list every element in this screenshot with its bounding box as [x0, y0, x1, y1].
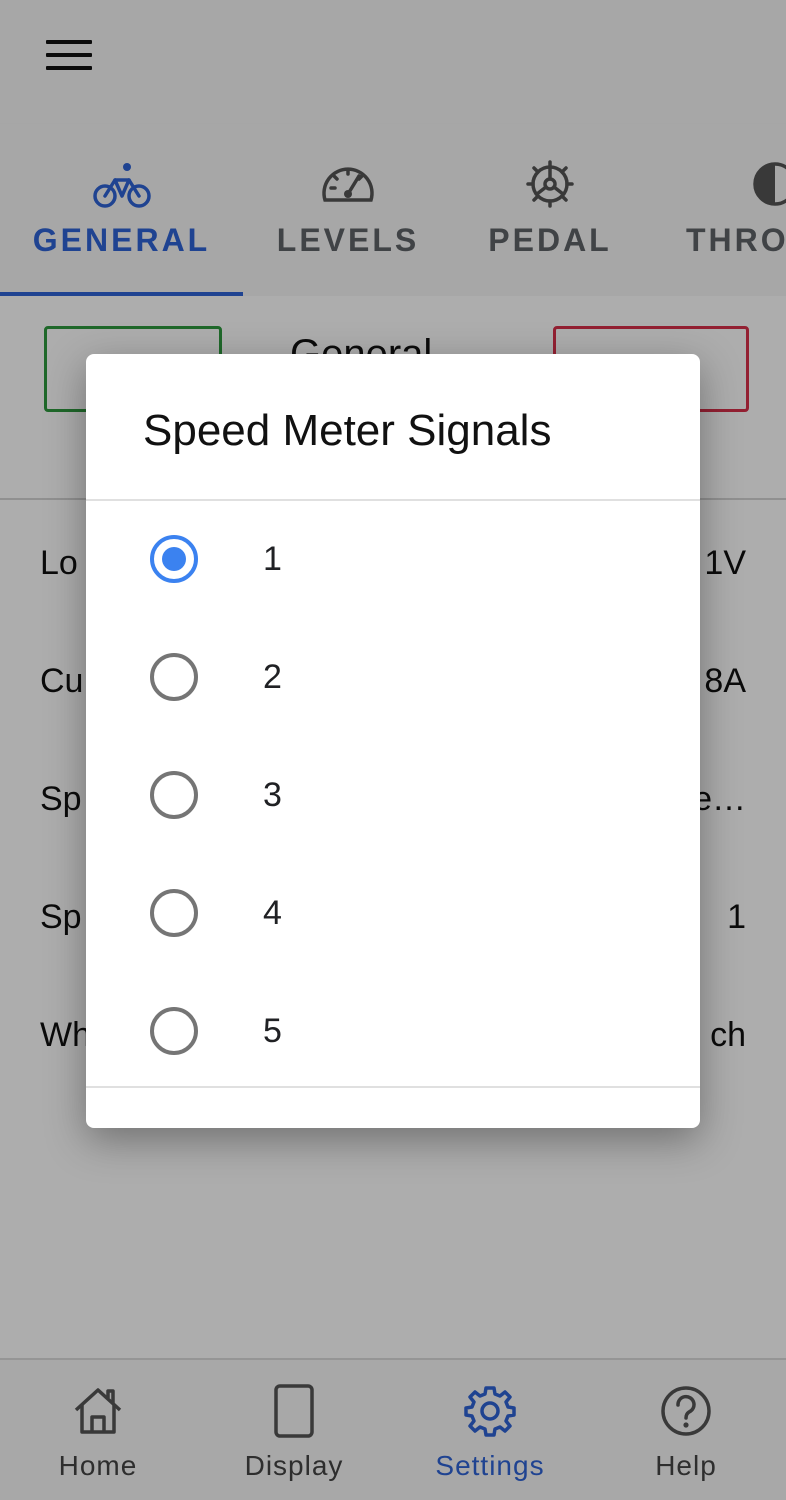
- option-label: 1: [263, 540, 282, 578]
- speed-meter-signals-dialog: Speed Meter Signals 1 2 3 4 5: [86, 354, 700, 1128]
- option-4[interactable]: 4: [86, 854, 700, 972]
- radio-unselected-icon[interactable]: [150, 771, 198, 819]
- option-5[interactable]: 5: [86, 972, 700, 1090]
- radio-unselected-icon[interactable]: [150, 889, 198, 937]
- option-2[interactable]: 2: [86, 618, 700, 736]
- option-label: 4: [263, 894, 282, 932]
- option-label: 2: [263, 658, 282, 696]
- radio-unselected-icon[interactable]: [150, 653, 198, 701]
- option-1[interactable]: 1: [86, 500, 700, 618]
- dialog-title: Speed Meter Signals: [143, 406, 552, 455]
- dialog-divider: [86, 1086, 700, 1088]
- option-label: 5: [263, 1012, 282, 1050]
- radio-unselected-icon[interactable]: [150, 1007, 198, 1055]
- radio-selected-icon[interactable]: [150, 535, 198, 583]
- option-label: 3: [263, 776, 282, 814]
- option-3[interactable]: 3: [86, 736, 700, 854]
